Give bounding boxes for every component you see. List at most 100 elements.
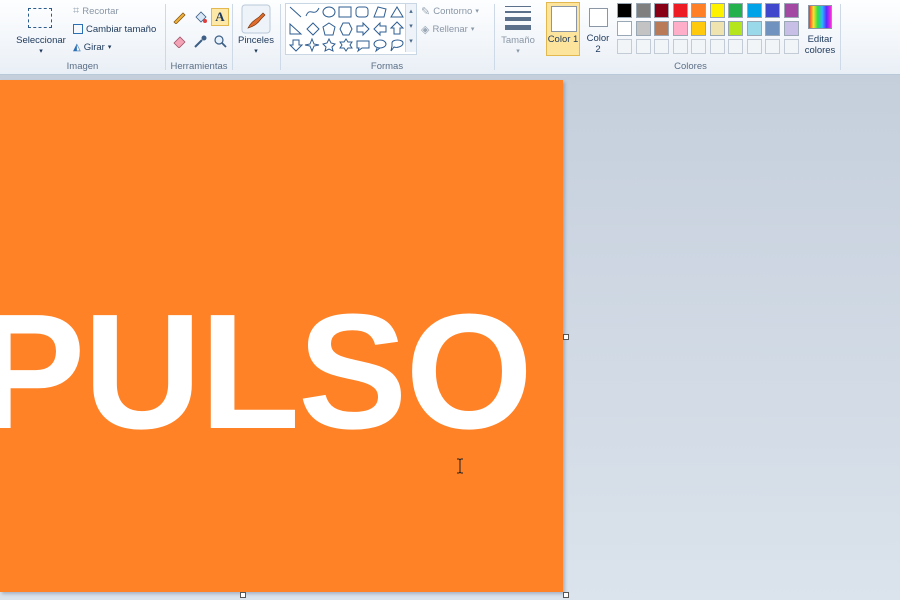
palette-swatch[interactable] — [617, 21, 632, 36]
custom-color-slot[interactable] — [746, 39, 762, 54]
line-width-icon — [505, 6, 531, 30]
color1-label: Color 1 — [547, 34, 579, 45]
eraser-icon[interactable] — [170, 32, 188, 50]
palette-swatch[interactable] — [691, 3, 706, 18]
fill-bucket-icon: ◈ — [421, 23, 430, 36]
palette-swatch[interactable] — [635, 21, 651, 36]
shapes-gallery-icons — [288, 6, 405, 53]
ribbon: Seleccionar ▾ ⌗ Recortar Cambiar tamaño … — [0, 0, 900, 75]
chevron-down-icon: ▾ — [254, 48, 258, 55]
gallery-expand-icon[interactable]: ▾ — [406, 34, 416, 49]
chevron-down-icon: ▾ — [107, 44, 112, 51]
paint-canvas[interactable]: PULSO — [0, 80, 563, 592]
fill-button[interactable]: ◈ Rellenar ▾ — [421, 21, 474, 37]
colors-group-label: Colores — [674, 61, 707, 72]
select-label: Seleccionar — [16, 35, 66, 46]
crop-label: Recortar — [82, 5, 119, 17]
image-group-label: Imagen — [66, 61, 99, 72]
color-palette — [617, 3, 802, 58]
resize-label: Cambiar tamaño — [86, 23, 157, 35]
resize-handle-corner[interactable] — [563, 592, 569, 598]
color2-swatch — [589, 8, 608, 27]
chevron-down-icon: ▾ — [39, 48, 43, 55]
palette-swatch[interactable] — [728, 21, 743, 36]
fill-label: Rellenar — [432, 23, 468, 35]
divider — [840, 4, 841, 70]
outline-button[interactable]: ✎ Contorno ▾ — [421, 3, 479, 19]
divider — [232, 4, 233, 70]
brush-icon — [241, 4, 271, 34]
tools-group: A Herramientas — [166, 0, 232, 74]
palette-swatch[interactable] — [746, 3, 762, 18]
palette-swatch[interactable] — [783, 3, 799, 18]
palette-swatch[interactable] — [617, 3, 632, 18]
custom-color-slot[interactable] — [635, 39, 651, 54]
palette-swatch[interactable] — [709, 3, 725, 18]
image-group: Seleccionar ▾ ⌗ Recortar Cambiar tamaño … — [0, 0, 165, 74]
palette-swatch[interactable] — [765, 3, 780, 18]
brushes-label: Pinceles — [238, 35, 274, 46]
resize-handle-right[interactable] — [563, 334, 569, 340]
selection-rect-icon — [28, 8, 52, 28]
palette-swatch[interactable] — [728, 3, 743, 18]
rotate-label: Girar — [83, 41, 105, 53]
edit-colors-label: Editar colores — [804, 34, 836, 56]
custom-color-slot[interactable] — [728, 39, 743, 54]
palette-swatch[interactable] — [746, 21, 762, 36]
size-button[interactable]: Tamaño ▾ — [497, 2, 539, 58]
crop-button[interactable]: ⌗ Recortar — [73, 3, 119, 19]
palette-swatch[interactable] — [672, 21, 688, 36]
chevron-down-icon: ▾ — [470, 26, 475, 33]
shapes-group-label: Formas — [370, 61, 404, 72]
palette-swatch[interactable] — [654, 21, 669, 36]
resize-icon — [73, 24, 83, 34]
outline-icon: ✎ — [421, 5, 431, 18]
text-cursor-icon — [457, 458, 463, 474]
custom-color-slot[interactable] — [709, 39, 725, 54]
chevron-down-icon: ▾ — [516, 48, 520, 55]
color-picker-icon[interactable] — [191, 32, 209, 50]
shapes-group: ▴ ▾ ▾ ✎ Contorno ▾ ◈ Rellenar ▾ Formas — [281, 0, 493, 74]
brushes-button[interactable]: Pinceles ▾ — [234, 2, 278, 58]
custom-color-slot[interactable] — [691, 39, 706, 54]
outline-label: Contorno — [433, 5, 473, 17]
custom-color-slot[interactable] — [617, 39, 632, 54]
shapes-scrollbar[interactable]: ▴ ▾ ▾ — [405, 4, 416, 52]
color1-swatch — [551, 6, 577, 32]
edit-colors-button[interactable]: Editar colores — [802, 2, 838, 58]
pencil-icon[interactable] — [170, 8, 188, 26]
tools-group-label: Herramientas — [170, 61, 228, 72]
rotate-icon: ◭ — [73, 41, 81, 53]
palette-swatch[interactable] — [783, 21, 799, 36]
fill-icon[interactable] — [191, 8, 209, 26]
palette-swatch[interactable] — [709, 21, 725, 36]
canvas-text: PULSO — [0, 280, 533, 463]
scroll-down-icon[interactable]: ▾ — [406, 19, 416, 34]
palette-swatch[interactable] — [765, 21, 780, 36]
divider — [494, 4, 495, 70]
palette-swatch[interactable] — [635, 3, 651, 18]
palette-swatch[interactable] — [691, 21, 706, 36]
color-wheel-icon — [808, 5, 832, 29]
resize-button[interactable]: Cambiar tamaño — [73, 21, 156, 37]
size-label: Tamaño — [501, 35, 535, 46]
select-button[interactable]: Seleccionar ▾ — [14, 4, 68, 56]
shapes-gallery[interactable] — [285, 3, 417, 55]
palette-swatch[interactable] — [654, 3, 669, 18]
color2-button[interactable]: Color 2 — [583, 2, 613, 56]
custom-color-slot[interactable] — [765, 39, 780, 54]
magnifier-icon[interactable] — [211, 32, 229, 50]
colors-group: Color 1 Color 2 Editar colores Colores — [541, 0, 840, 74]
rotate-button[interactable]: ◭ Girar ▾ — [73, 39, 111, 55]
crop-icon: ⌗ — [73, 4, 80, 17]
resize-handle-bottom[interactable] — [240, 592, 246, 598]
scroll-up-icon[interactable]: ▴ — [406, 4, 416, 19]
chevron-down-icon: ▾ — [475, 8, 479, 15]
color1-button[interactable]: Color 1 — [546, 2, 580, 56]
custom-color-slot[interactable] — [672, 39, 688, 54]
custom-color-slot[interactable] — [654, 39, 669, 54]
custom-color-slot[interactable] — [783, 39, 799, 54]
palette-swatch[interactable] — [672, 3, 688, 18]
color2-label: Color 2 — [586, 33, 610, 55]
text-icon[interactable]: A — [211, 8, 229, 26]
